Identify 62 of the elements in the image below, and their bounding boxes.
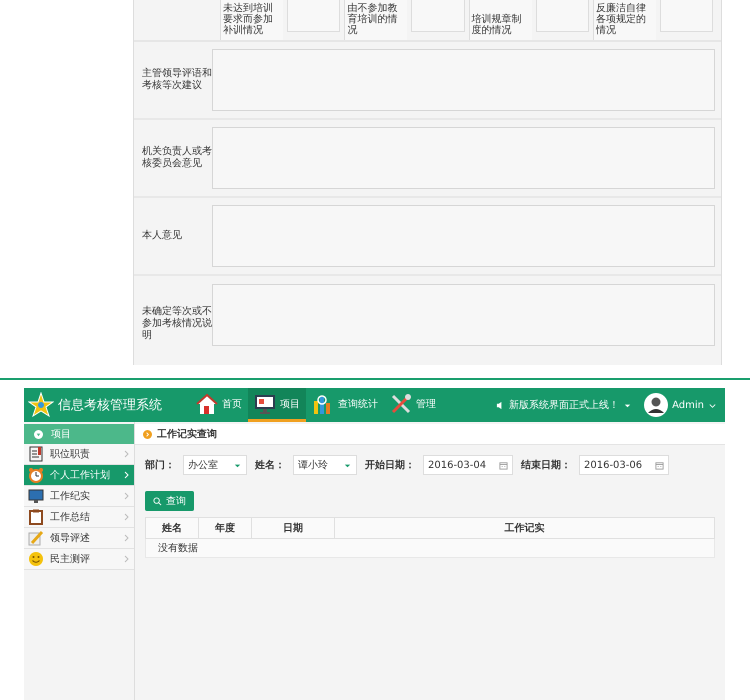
select-field[interactable]: 办公室 [183, 455, 247, 475]
collapse-icon [34, 430, 43, 438]
select-field[interactable]: 谭小玲 [293, 455, 357, 475]
nav-tab[interactable]: 首页 [190, 388, 248, 422]
nav-tab[interactable]: 项目 [248, 388, 306, 422]
filter-label: 结束日期： [521, 458, 571, 472]
comment-box[interactable] [212, 49, 715, 111]
pencil-icon [28, 530, 44, 546]
date-field[interactable]: 2016-03-04 [423, 455, 513, 475]
filter-label: 开始日期： [365, 458, 415, 472]
monitor-icon [254, 392, 276, 414]
user-name[interactable]: Admin [672, 400, 704, 410]
filter-label: 姓名： [255, 458, 285, 472]
chevron-icon [124, 492, 130, 500]
form-label: 反廉洁自律各项规定的情况 [592, 0, 656, 40]
sidebar-item[interactable]: 职位职责 [24, 444, 134, 465]
form-label: 机关负责人或考核委员会意见 [141, 146, 212, 170]
chevron-icon [124, 513, 130, 521]
chevron-icon [124, 555, 130, 563]
column-header: 姓名 [146, 518, 198, 538]
sidebar-item[interactable]: 领导评述 [24, 528, 134, 549]
column-header: 日期 [252, 518, 334, 538]
comment-box[interactable] [212, 284, 715, 346]
monitor-icon [28, 488, 44, 504]
empty-message: 没有数据 [146, 538, 714, 558]
comment-box[interactable] [212, 205, 715, 267]
chevron-icon [124, 471, 130, 479]
clipboard-icon [28, 509, 44, 525]
notice-text: 新版系统界面正式上线！ [509, 398, 620, 412]
form-label: 主管领导评语和考核等次建议 [141, 68, 212, 92]
comment-box[interactable] [212, 127, 715, 189]
star-logo-icon [28, 392, 54, 418]
smiley-icon [28, 551, 44, 567]
date-field[interactable]: 2016-03-06 [579, 455, 669, 475]
form-label: 未达到培训要求而参加补训情况 [220, 0, 283, 40]
column-header: 年度 [198, 518, 252, 538]
chevron-icon [124, 534, 130, 542]
house-icon [196, 392, 218, 414]
form-label: 未确定等次或不参加考核情况说明 [141, 304, 212, 342]
search-button[interactable]: 查询 [145, 491, 194, 511]
sidebar-header-label: 项目 [51, 428, 71, 441]
app-title: 信息考核管理系统 [58, 397, 162, 414]
sidebar-item[interactable]: 工作总结 [24, 507, 134, 528]
nav-tab[interactable]: 查询统计 [306, 388, 384, 422]
filter-label: 部门： [145, 458, 175, 472]
book-icon [28, 446, 44, 462]
form-label: 培训规章制度的情况 [468, 0, 532, 40]
alarm-clock-icon [28, 467, 44, 483]
form-label: 由不参加教育培训的情况 [344, 0, 408, 40]
panel-title: 工作记实查询 [157, 427, 217, 441]
tools-icon [390, 392, 412, 414]
form-label: 本人意见 [141, 230, 183, 242]
column-header: 工作记实 [334, 518, 714, 538]
sidebar-item[interactable]: 民主测评 [24, 549, 134, 570]
avatar-icon[interactable] [644, 393, 668, 417]
chevron-icon [124, 450, 130, 458]
calendar-icon [655, 460, 664, 470]
nav-tab[interactable]: 管理 [384, 388, 442, 422]
search-icon [153, 496, 162, 506]
calendar-icon [499, 460, 508, 470]
sidebar-item[interactable]: 个人工作计划 [24, 465, 134, 486]
bullet-icon [143, 430, 152, 438]
